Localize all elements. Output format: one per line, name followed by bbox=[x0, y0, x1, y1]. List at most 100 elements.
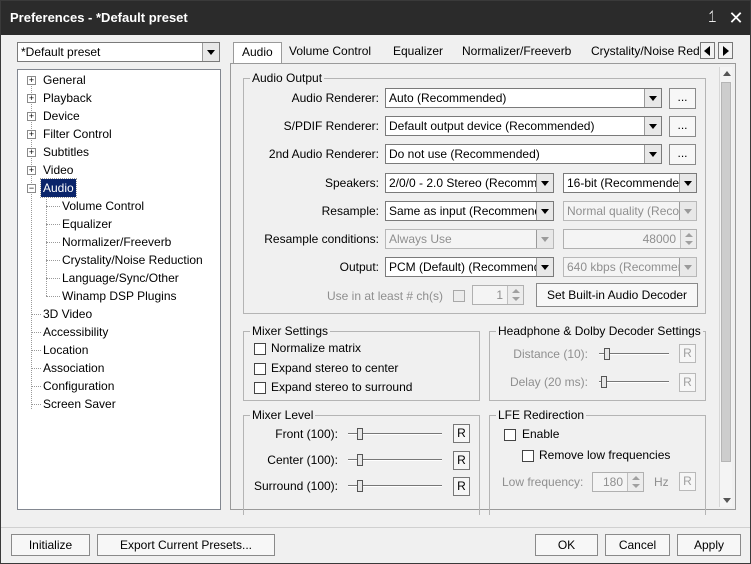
spdif-renderer-select[interactable]: Default output device (Recommended) bbox=[385, 116, 662, 136]
resample-rate-stepper[interactable]: 48000 bbox=[563, 229, 697, 249]
collapse-icon[interactable]: − bbox=[27, 184, 36, 193]
normalize-matrix-checkbox[interactable] bbox=[254, 343, 266, 355]
speakers-select[interactable]: 2/0/0 - 2.0 Stereo (Recommended) bbox=[385, 173, 554, 193]
close-icon[interactable]: ✕ bbox=[726, 8, 746, 28]
panel-scrollbar[interactable] bbox=[719, 67, 732, 507]
bit-depth-select[interactable]: 16-bit (Recommended) bbox=[563, 173, 697, 193]
expand-icon[interactable]: + bbox=[27, 130, 36, 139]
resample-conditions-select[interactable]: Always Use bbox=[385, 229, 554, 249]
front-reset-button[interactable]: R bbox=[453, 424, 470, 443]
tree-item-screen-saver[interactable]: Screen Saver bbox=[43, 395, 116, 413]
center-slider-thumb[interactable] bbox=[357, 454, 363, 466]
tree-item-crystality[interactable]: Crystality/Noise Reduction bbox=[62, 251, 203, 269]
scroll-up-icon[interactable] bbox=[720, 67, 733, 80]
expand-center-checkbox[interactable] bbox=[254, 363, 266, 375]
tree-line bbox=[31, 404, 41, 405]
audio-renderer-more-button[interactable]: ... bbox=[669, 88, 696, 109]
chevron-down-icon[interactable] bbox=[536, 202, 553, 220]
spinner-icon[interactable] bbox=[627, 473, 643, 491]
spdif-renderer-more-button[interactable]: ... bbox=[669, 116, 696, 137]
chevron-down-icon bbox=[536, 230, 553, 248]
delay-slider-thumb[interactable] bbox=[601, 376, 607, 388]
initialize-button[interactable]: Initialize bbox=[11, 534, 90, 556]
low-frequency-stepper[interactable]: 180 bbox=[592, 472, 644, 492]
tab-crystality[interactable]: Crystality/Noise Reduc bbox=[583, 42, 699, 63]
resample-select[interactable]: Same as input (Recommended) bbox=[385, 201, 554, 221]
second-renderer-select[interactable]: Do not use (Recommended) bbox=[385, 144, 662, 164]
tree-item-volume-control[interactable]: Volume Control bbox=[62, 197, 144, 215]
tab-audio[interactable]: Audio bbox=[233, 42, 282, 64]
tab-volume-control[interactable]: Volume Control bbox=[281, 42, 379, 63]
chevron-down-icon[interactable] bbox=[536, 174, 553, 192]
delay-reset-button[interactable]: R bbox=[679, 373, 696, 392]
tab-normalizer[interactable]: Normalizer/Freeverb bbox=[454, 42, 579, 63]
surround-reset-button[interactable]: R bbox=[453, 477, 470, 496]
center-reset-button[interactable]: R bbox=[453, 451, 470, 470]
expand-icon[interactable]: + bbox=[27, 112, 36, 121]
apply-button[interactable]: Apply bbox=[677, 534, 741, 556]
category-tree[interactable]: + General + Playback + Device + Filter C… bbox=[17, 69, 221, 510]
tree-line bbox=[46, 296, 60, 297]
expand-icon[interactable]: + bbox=[27, 166, 36, 175]
distance-reset-button[interactable]: R bbox=[679, 344, 696, 363]
delay-slider-track[interactable] bbox=[599, 381, 669, 383]
preferences-window: Preferences - *Default preset ⥠ ✕ *Defau… bbox=[0, 0, 751, 564]
tree-item-location[interactable]: Location bbox=[43, 341, 88, 359]
bitrate-select[interactable]: 640 kbps (Recommended) bbox=[563, 257, 697, 277]
tree-item-association[interactable]: Association bbox=[43, 359, 104, 377]
remove-low-frequencies-checkbox[interactable] bbox=[522, 450, 534, 462]
tab-scroll-left-icon[interactable] bbox=[700, 42, 715, 59]
chevron-down-icon[interactable] bbox=[536, 258, 553, 276]
ok-button[interactable]: OK bbox=[535, 534, 598, 556]
use-in-at-least-checkbox[interactable] bbox=[453, 290, 465, 302]
tree-item-winamp-dsp[interactable]: Winamp DSP Plugins bbox=[62, 287, 177, 305]
export-presets-button[interactable]: Export Current Presets... bbox=[97, 534, 275, 556]
spdif-renderer-value: Default output device (Recommended) bbox=[389, 119, 595, 133]
expand-surround-checkbox[interactable] bbox=[254, 382, 266, 394]
pin-icon[interactable]: ⥠ bbox=[702, 8, 722, 28]
tree-item-label: Subtitles bbox=[43, 145, 90, 159]
distance-label: Distance (10): bbox=[513, 347, 588, 361]
chevron-down-icon[interactable] bbox=[679, 174, 696, 192]
spinner-icon[interactable] bbox=[507, 286, 523, 304]
chevron-down-icon[interactable] bbox=[644, 145, 661, 163]
second-renderer-more-button[interactable]: ... bbox=[669, 144, 696, 165]
cancel-button[interactable]: Cancel bbox=[605, 534, 670, 556]
scrollbar-thumb[interactable] bbox=[721, 82, 731, 462]
chevron-down-icon[interactable] bbox=[644, 89, 661, 107]
low-frequency-reset-button[interactable]: R bbox=[679, 472, 696, 491]
tab-equalizer[interactable]: Equalizer bbox=[385, 42, 451, 63]
preset-select[interactable]: *Default preset bbox=[17, 42, 220, 62]
resample-quality-select[interactable]: Normal quality (Recommended) bbox=[563, 201, 697, 221]
surround-slider-thumb[interactable] bbox=[357, 480, 363, 492]
tree-item-configuration[interactable]: Configuration bbox=[43, 377, 114, 395]
tree-item-3d-video[interactable]: 3D Video bbox=[43, 305, 92, 323]
spinner-icon[interactable] bbox=[680, 230, 696, 248]
expand-icon[interactable]: + bbox=[27, 94, 36, 103]
tree-item-equalizer[interactable]: Equalizer bbox=[62, 215, 112, 233]
distance-slider-thumb[interactable] bbox=[604, 348, 610, 360]
lfe-enable-checkbox[interactable] bbox=[504, 429, 516, 441]
tree-item-label: Location bbox=[43, 343, 89, 357]
tree-item-label: Video bbox=[43, 163, 74, 177]
channel-count-stepper[interactable]: 1 bbox=[472, 285, 524, 305]
chevron-down-icon[interactable] bbox=[202, 43, 219, 61]
mixer-settings-title: Mixer Settings bbox=[250, 324, 331, 338]
remove-low-frequencies-label: Remove low frequencies bbox=[539, 448, 671, 462]
expand-icon[interactable]: + bbox=[27, 76, 36, 85]
audio-renderer-select[interactable]: Auto (Recommended) bbox=[385, 88, 662, 108]
scroll-down-icon[interactable] bbox=[720, 494, 733, 507]
front-slider-thumb[interactable] bbox=[357, 428, 363, 440]
tree-item-label: Screen Saver bbox=[43, 397, 116, 411]
expand-icon[interactable]: + bbox=[27, 148, 36, 157]
output-select[interactable]: PCM (Default) (Recommended) bbox=[385, 257, 554, 277]
tree-item-normalizer[interactable]: Normalizer/Freeverb bbox=[62, 233, 171, 251]
tree-item-language-sync[interactable]: Language/Sync/Other bbox=[62, 269, 179, 287]
tab-scroll-right-icon[interactable] bbox=[718, 42, 733, 59]
hz-unit-label: Hz bbox=[654, 475, 669, 489]
chevron-down-icon[interactable] bbox=[644, 117, 661, 135]
spdif-renderer-label: S/PDIF Renderer: bbox=[283, 119, 379, 133]
set-builtin-decoder-button[interactable]: Set Built-in Audio Decoder bbox=[536, 283, 698, 307]
tree-item-accessibility[interactable]: Accessibility bbox=[43, 323, 108, 341]
audio-renderer-label: Audio Renderer: bbox=[291, 91, 379, 105]
